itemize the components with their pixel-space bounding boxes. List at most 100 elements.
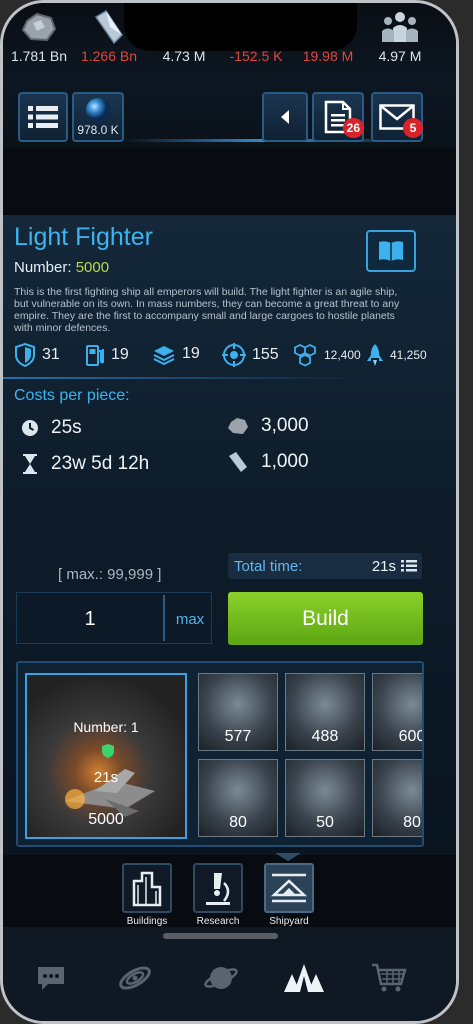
selected-ship-card[interactable]: Number: 1 21s 5000 (25, 673, 187, 839)
nav-planet[interactable] (201, 958, 241, 998)
max-label: [ max.: 99,999 ] (58, 566, 162, 583)
crystal-icon (94, 9, 123, 45)
planet-icon (204, 967, 238, 989)
messages-button[interactable]: 5 (371, 92, 423, 142)
nav-galaxy[interactable] (115, 958, 155, 998)
ship-card[interactable]: 600 (372, 673, 424, 751)
list-icon (28, 106, 58, 128)
stat-fuel: 19 (85, 343, 129, 367)
number-value: 5000 (75, 259, 110, 276)
rocket-speed-icon (367, 344, 383, 366)
total-duration-value: 23w 5d 12h (51, 453, 150, 474)
stat-value: 19 (111, 346, 129, 363)
resource-metal[interactable]: 1.781 Bn (4, 7, 74, 64)
max-button[interactable]: max (167, 611, 213, 628)
active-tab-indicator (275, 853, 301, 861)
population-icon (382, 12, 418, 42)
ship-count: 577 (224, 728, 252, 745)
number-label: Number: (14, 259, 72, 276)
crosshair-icon (222, 343, 246, 367)
stat-speed: 41,250 (366, 343, 427, 367)
fuel-pump-icon (86, 345, 104, 366)
metal-icon (21, 12, 57, 42)
ship-count: 488 (311, 728, 339, 745)
stat-shield: 31 (14, 343, 60, 367)
book-icon (379, 241, 403, 261)
crystal-cost-value: 1,000 (261, 451, 309, 472)
tab-label: Shipyard (269, 916, 309, 927)
notch (124, 3, 357, 51)
ship-card[interactable]: 80 (198, 759, 278, 837)
crystal-icon (229, 452, 247, 472)
cost-build-time: 25s (21, 417, 82, 439)
shop-cart-icon (372, 963, 407, 992)
stat-structure: 12,400 (292, 343, 361, 367)
cost-metal: 3,000 (227, 415, 309, 437)
stat-value: 31 (42, 346, 60, 363)
shipyard-icon (270, 873, 308, 903)
messages-badge: 5 (403, 118, 423, 138)
total-time-value: 21s (371, 558, 396, 575)
resource-value: 1.266 Bn (80, 48, 138, 64)
microscope-icon (206, 873, 230, 905)
resource-population[interactable]: 4.97 M (365, 7, 435, 64)
collapse-button[interactable] (262, 92, 308, 142)
costs-title: Costs per piece: (14, 387, 130, 404)
stat-value: 155 (252, 346, 279, 363)
reports-badge: 26 (342, 118, 364, 138)
ship-card[interactable]: 488 (285, 673, 365, 751)
tab-label: Buildings (126, 916, 168, 927)
ship-card[interactable]: 50 (285, 759, 365, 837)
ship-count: 600 (398, 728, 424, 745)
quantity-value[interactable]: 1 (17, 608, 163, 631)
clock-icon (22, 420, 38, 436)
planet-value: 978.0 K (77, 123, 119, 137)
ship-count: 80 (229, 814, 247, 831)
nav-chat[interactable] (31, 958, 71, 998)
ship-card[interactable]: 577 (198, 673, 278, 751)
info-book-button[interactable] (366, 230, 416, 272)
quantity-input[interactable]: 1 max (16, 592, 212, 644)
ship-count: 50 (316, 814, 334, 831)
resource-value: 4.97 M (378, 48, 422, 64)
ship-list: Number: 1 21s 5000 577 488 600 80 50 80 (16, 661, 424, 847)
galaxy-icon (119, 966, 151, 990)
resource-bar (3, 149, 456, 215)
hourglass-icon (23, 454, 37, 474)
tab-shipyard[interactable]: Shipyard (262, 863, 316, 927)
tab-research[interactable]: Research (191, 863, 245, 927)
divider (3, 377, 363, 379)
planet-selector-button[interactable]: 978.0 K (72, 92, 124, 142)
build-button[interactable]: Build (228, 592, 423, 645)
planet-globe-icon (86, 98, 110, 122)
cargo-icon (153, 346, 175, 365)
stat-weapons: 155 (222, 343, 279, 367)
ship-count: 80 (403, 814, 421, 831)
cost-crystal: 1,000 (227, 451, 309, 473)
resource-value: 1.781 Bn (10, 48, 68, 64)
phone-frame: 978.0 K 26 5 1.781 Bn 1.266 Bn 4.73 M -1… (0, 0, 459, 1024)
ship-card[interactable]: 80 (372, 759, 422, 837)
selected-number: Number: 1 (73, 719, 139, 735)
build-time-value: 25s (51, 417, 82, 438)
cost-total-duration: 23w 5d 12h (21, 453, 149, 475)
nav-shop[interactable] (369, 958, 409, 998)
fleet-icon (284, 964, 324, 992)
shield-icon (15, 343, 35, 367)
total-time-label: Total time: (234, 558, 303, 575)
stat-cargo: 19 (152, 343, 200, 365)
tab-buildings[interactable]: Buildings (120, 863, 174, 927)
list-icon (401, 560, 417, 572)
home-indicator (163, 933, 278, 939)
menu-button[interactable] (18, 92, 68, 142)
nav-fleet[interactable] (284, 958, 324, 998)
stat-value: 19 (182, 345, 200, 362)
reports-button[interactable]: 26 (312, 92, 364, 142)
selected-count: 5000 (88, 811, 124, 828)
tab-label: Research (196, 916, 240, 927)
metal-cost-value: 3,000 (261, 415, 309, 436)
total-time-bar[interactable]: Total time: 21s (228, 553, 422, 579)
hexagon-structure-icon (294, 343, 316, 367)
green-shield-icon (102, 744, 114, 758)
ship-stats: 31 19 19 155 12,400 41,250 (14, 343, 444, 371)
